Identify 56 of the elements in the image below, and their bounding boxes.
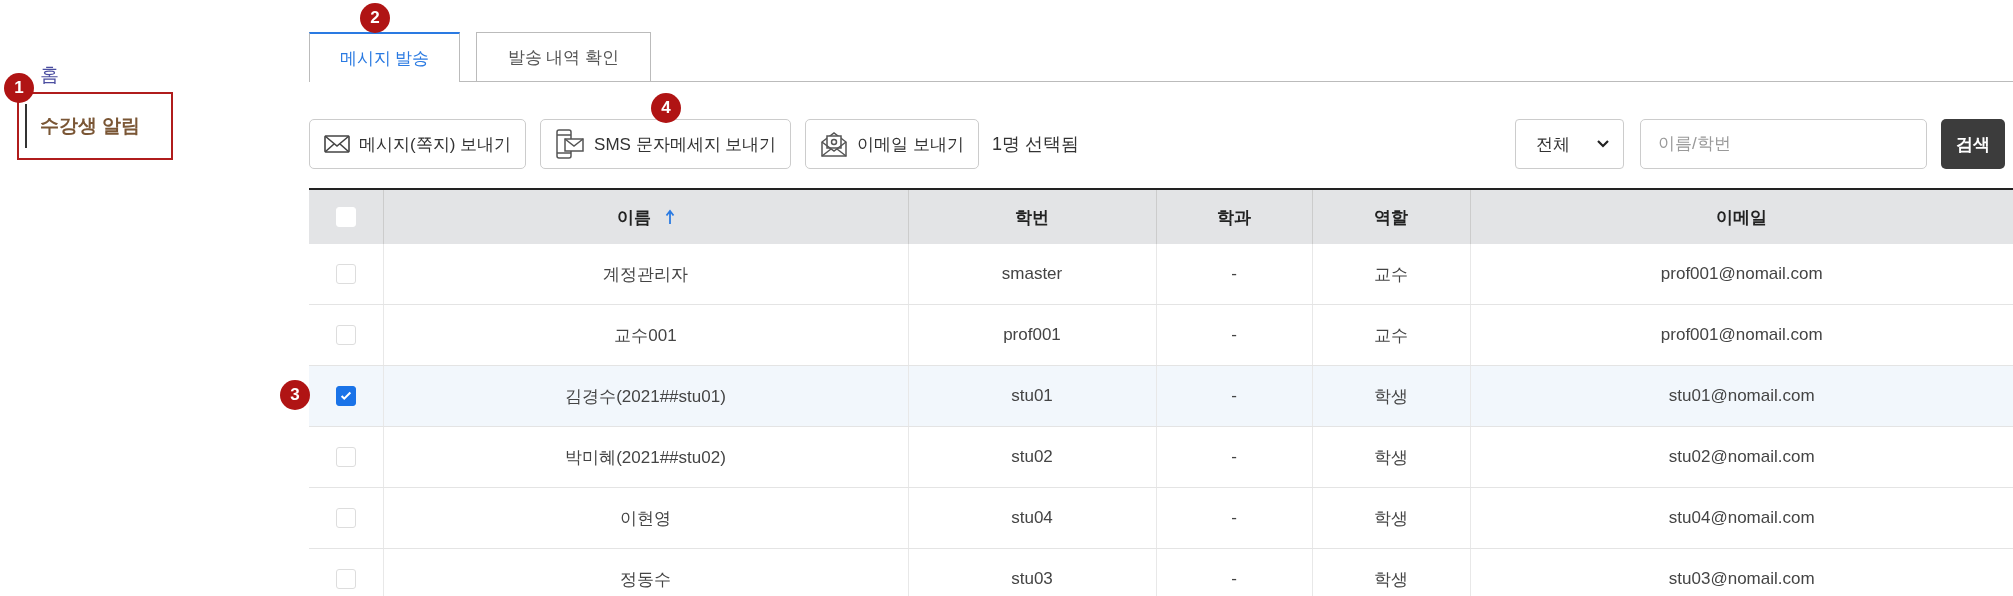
email-button[interactable]: 이메일 보내기: [805, 119, 980, 169]
table-cell: 김경수(2021##stu01): [565, 386, 726, 406]
table-cell: -: [1231, 386, 1237, 405]
chevron-down-icon: [1597, 140, 1609, 148]
step-badge: 3: [280, 380, 310, 410]
table-cell: 학생: [1374, 447, 1408, 467]
table-cell: stu03@nomail.com: [1668, 569, 1815, 588]
column-header[interactable]: 역할: [1374, 205, 1408, 229]
table-cell: prof001: [1003, 325, 1061, 344]
sms-button[interactable]: SMS 문자메세지 보내기: [540, 119, 792, 169]
table-cell: prof001@nomail.com: [1660, 325, 1823, 344]
table-cell: 학생: [1374, 569, 1408, 589]
sidebar-item[interactable]: 수강생 알림: [25, 104, 141, 148]
step-badge: 1: [4, 73, 34, 103]
search-button[interactable]: 검색: [1941, 119, 2005, 169]
tab[interactable]: 발송 내역 확인: [476, 32, 651, 81]
step-badge: 2: [360, 3, 390, 33]
selection-count: 1명 선택됨: [992, 133, 1080, 156]
table-cell: 교수001: [614, 325, 677, 345]
search-field[interactable]: 이름/학번: [1640, 119, 1927, 169]
table-cell: stu01@nomail.com: [1668, 386, 1815, 405]
table-cell: 학생: [1374, 386, 1408, 406]
table-cell: 정동수: [620, 569, 671, 589]
sidebar-item[interactable]: 홈: [40, 62, 59, 88]
table-cell: stu04@nomail.com: [1668, 508, 1815, 527]
table-cell: prof001@nomail.com: [1660, 264, 1823, 283]
phone-envelope-icon: [555, 128, 586, 160]
table-cell: stu03: [1011, 569, 1053, 588]
column-header[interactable]: 이름: [616, 205, 651, 229]
table-cell: -: [1231, 325, 1237, 344]
table-cell: stu02@nomail.com: [1668, 447, 1815, 466]
filter-dropdown[interactable]: 전체: [1515, 119, 1624, 169]
table-cell: smaster: [1001, 264, 1063, 283]
select-all-checkbox[interactable]: [335, 207, 356, 228]
table-cell: -: [1231, 264, 1237, 283]
envelope-icon: [324, 134, 350, 154]
table-cell: -: [1231, 447, 1237, 466]
table-cell: stu04: [1011, 508, 1053, 527]
table-cell: 학생: [1374, 508, 1408, 528]
tab[interactable]: 메시지 발송: [309, 32, 460, 82]
open-envelope-icon: [820, 130, 849, 158]
table-cell: -: [1231, 569, 1237, 588]
message-button[interactable]: 메시지(쪽지) 보내기: [309, 119, 527, 169]
table-cell: 계정관리자: [603, 264, 688, 284]
column-header[interactable]: 이메일: [1716, 205, 1768, 229]
table-cell: 교수: [1374, 264, 1408, 284]
table-cell: 이현영: [620, 508, 671, 528]
table-cell: stu02: [1011, 447, 1053, 466]
table-cell: stu01: [1011, 386, 1053, 405]
column-header[interactable]: 학번: [1015, 205, 1049, 229]
step-badge: 4: [651, 93, 682, 123]
table-cell: -: [1231, 508, 1237, 527]
column-header[interactable]: 학과: [1217, 205, 1251, 229]
row-checkbox[interactable]: [335, 386, 356, 407]
table-cell: 교수: [1374, 325, 1408, 345]
table-cell: 박미혜(2021##stu02): [565, 447, 726, 467]
